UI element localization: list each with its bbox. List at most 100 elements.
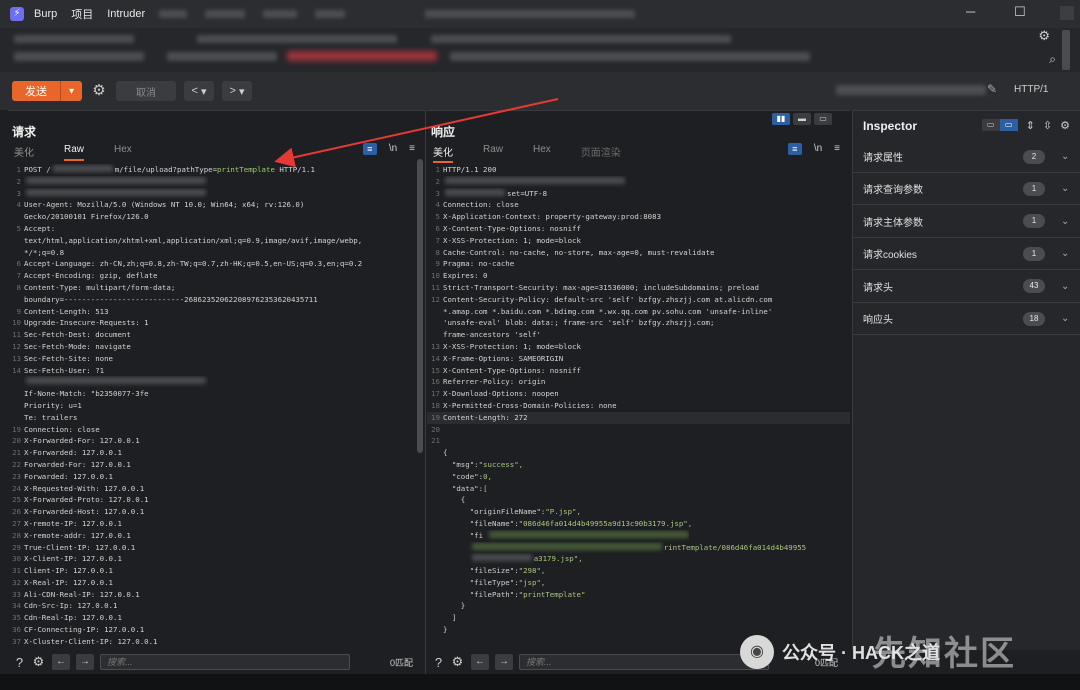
request-editor[interactable]: 1 POST / m/file/upload?pathType=printTempl…: [8, 164, 425, 650]
gear-icon[interactable]: ⚙: [450, 654, 465, 670]
search-icon[interactable]: ⌕: [1049, 52, 1056, 67]
close-icon[interactable]: [1060, 6, 1074, 20]
gear-icon[interactable]: ⚙: [1060, 119, 1070, 132]
chevron-down-icon[interactable]: ⌄: [1061, 183, 1071, 194]
redacted-text: [26, 188, 206, 196]
inspector-row[interactable]: 请求属性 2 ⌄: [853, 141, 1080, 173]
prev-match-button[interactable]: ←: [52, 654, 70, 670]
code-line: 5 X-Application-Context: property-gateway…: [427, 211, 850, 223]
line-segment: X-Forwarded-Host: 127.0.0.1: [24, 507, 145, 517]
line-number: [8, 247, 21, 259]
json-key: "fileSize": [443, 566, 515, 576]
gear-icon[interactable]: ⚙: [31, 654, 46, 670]
line-text: [24, 376, 208, 388]
back-button[interactable]: < ▾: [184, 81, 214, 101]
gear-icon[interactable]: ⚙: [90, 82, 108, 100]
blurred-title: [425, 10, 636, 18]
response-editor[interactable]: 1 HTTP/1.1 200 2 3 set=UTF-8 4 Connection: clo…: [427, 164, 850, 650]
next-match-button[interactable]: →: [76, 654, 94, 670]
help-icon[interactable]: ?: [12, 655, 27, 670]
tab-hex[interactable]: Hex: [533, 144, 551, 163]
tab-raw[interactable]: Raw: [483, 144, 503, 163]
code-line: 13 Sec-Fetch-Site: none: [8, 353, 425, 365]
line-text: X-Client-IP: 127.0.0.1: [24, 553, 122, 565]
layout-a-icon[interactable]: ▭: [982, 119, 1000, 131]
line-text: "filePath":"printTemplate": [443, 589, 586, 599]
request-scrollbar[interactable]: [417, 159, 423, 453]
chevron-down-icon[interactable]: ⌄: [1061, 216, 1071, 227]
menu-intruder[interactable]: Intruder: [107, 8, 145, 20]
code-line: 11 Sec-Fetch-Dest: document: [8, 329, 425, 341]
request-search-input[interactable]: [100, 654, 350, 670]
code-line: 8 Cache-Control: no-cache, no-store, max-…: [427, 247, 850, 259]
line-text: X-Real-IP: 127.0.0.1: [24, 577, 113, 589]
line-text: boundary=---------------------------2686…: [24, 294, 318, 306]
tab-pretty[interactable]: 美化: [14, 144, 34, 161]
settings-gear-icon[interactable]: ⚙: [1038, 28, 1050, 44]
expand-all-icon[interactable]: ⇕: [1026, 119, 1035, 132]
inspector-row[interactable]: 请求查询参数 1 ⌄: [853, 173, 1080, 206]
line-number: 6: [16, 259, 21, 269]
scrollbar[interactable]: [1062, 30, 1070, 70]
app-name[interactable]: Burp: [34, 8, 57, 20]
next-match-button[interactable]: →: [495, 654, 513, 670]
line-text: Client-IP: 127.0.0.1: [24, 565, 113, 577]
chevron-down-icon[interactable]: ⌄: [1061, 248, 1071, 259]
line-segment: set=UTF-8: [507, 188, 548, 198]
split-horizontal-icon[interactable]: ▮▮: [772, 113, 790, 125]
newline-toggle-icon[interactable]: \n: [814, 143, 822, 155]
inspector-row[interactable]: 请求主体参数 1 ⌄: [853, 206, 1080, 238]
line-text: Content-Length: 513: [24, 306, 109, 318]
menu-project[interactable]: 项目: [71, 6, 93, 22]
tab-render[interactable]: 页面渲染: [581, 144, 621, 163]
line-segment: HTTP/1.1: [274, 165, 315, 174]
line-segment: HTTP/1.1 200: [443, 165, 497, 174]
code-line: 3 set=UTF-8: [427, 188, 850, 200]
line-text: Connection: close: [24, 424, 100, 436]
line-number: 9: [16, 306, 21, 316]
line-number: 30: [12, 554, 21, 564]
chevron-down-icon[interactable]: ⌄: [1061, 281, 1071, 292]
send-button[interactable]: 发送: [12, 81, 60, 101]
layout-b-icon[interactable]: ▭: [999, 119, 1018, 131]
prev-match-button[interactable]: ←: [471, 654, 489, 670]
tab-pretty[interactable]: 美化: [433, 144, 453, 163]
forward-button[interactable]: > ▾: [222, 81, 252, 101]
inspector-layout-toggle[interactable]: ▭ ▭: [981, 119, 1018, 131]
code-line: 16 Referrer-Policy: origin: [427, 376, 850, 388]
line-text: X-XSS-Protection: 1; mode=block: [443, 235, 581, 247]
send-dropdown-chevron-down-icon[interactable]: ▾: [60, 81, 82, 101]
code-line: [8, 376, 425, 388]
inspector-row[interactable]: 响应头 18 ⌄: [853, 303, 1080, 335]
edit-target-icon[interactable]: ✎: [987, 82, 997, 96]
single-pane-icon[interactable]: ▭: [814, 113, 832, 125]
line-text: ]: [443, 612, 456, 624]
minimize-icon[interactable]: ─: [966, 4, 975, 19]
line-number: 22: [12, 459, 21, 469]
tab-raw[interactable]: Raw: [64, 144, 85, 161]
http-protocol-label[interactable]: HTTP/1: [1014, 84, 1048, 95]
menu-icon[interactable]: ≡: [834, 143, 840, 155]
menu-icon[interactable]: ≡: [409, 143, 415, 155]
chevron-down-icon[interactable]: ⌄: [1061, 151, 1071, 162]
code-line: 6 Accept-Language: zh-CN,zh;q=0.8,zh-TW;q…: [8, 258, 425, 270]
line-segment: True-Client-IP: 127.0.0.1: [24, 542, 136, 552]
response-search-input[interactable]: [519, 654, 769, 670]
tab-hex[interactable]: Hex: [114, 144, 132, 161]
line-number: 12: [12, 341, 21, 351]
wrap-lines-icon[interactable]: ≡: [362, 143, 377, 155]
redacted-text: [445, 176, 625, 184]
line-segment: X-Forwarded-Proto: 127.0.0.1: [24, 495, 149, 505]
inspector-row[interactable]: 请求cookies 1 ⌄: [853, 238, 1080, 271]
inspector-row[interactable]: 请求头 43 ⌄: [853, 271, 1080, 303]
cancel-button[interactable]: 取消: [116, 81, 176, 101]
collapse-all-icon[interactable]: ⇳: [1043, 119, 1052, 132]
newline-toggle-icon[interactable]: \n: [389, 143, 397, 155]
chevron-down-icon[interactable]: ⌄: [1061, 313, 1071, 324]
burp-logo-icon: ⚡: [10, 7, 24, 21]
line-text: Forwarded: 127.0.0.1: [24, 471, 113, 483]
split-vertical-icon[interactable]: ▬: [793, 113, 811, 125]
wrap-lines-icon[interactable]: ≡: [787, 143, 802, 155]
maximize-icon[interactable]: ☐: [1014, 4, 1026, 20]
help-icon[interactable]: ?: [431, 655, 446, 670]
